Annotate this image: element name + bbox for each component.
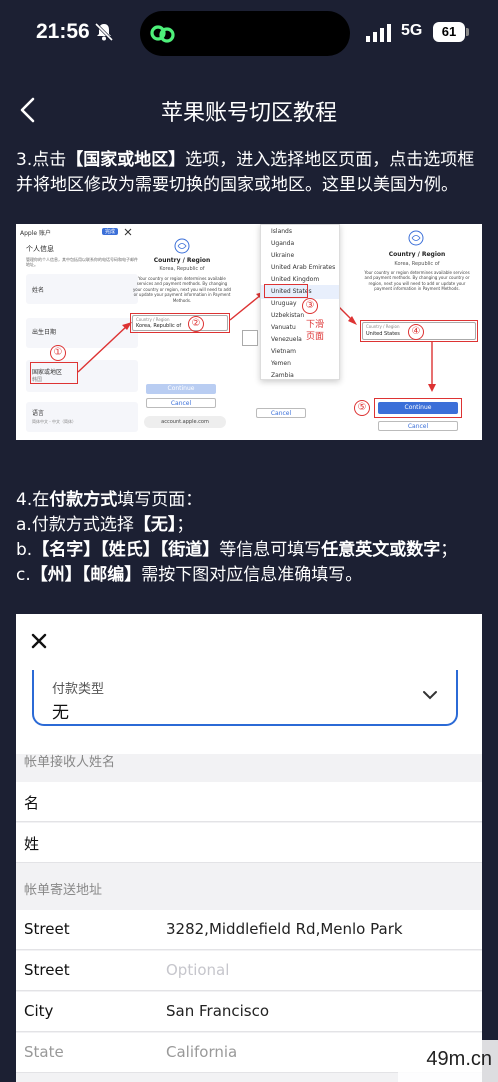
obscured-select [242, 330, 258, 346]
app-activity-icon [150, 25, 175, 43]
swipe-note-2: 页面 [306, 332, 325, 342]
network-type: 5G [401, 22, 423, 39]
signal-icon [366, 24, 391, 42]
step4-line1: 4.在付款方式填写页面： [16, 488, 486, 513]
step4-line1-a: 4.在 [16, 490, 50, 510]
status-bar: 21:56 5G 61 [0, 0, 498, 68]
street-value: 3282,Middlefield Rd,Menlo Park [166, 920, 403, 938]
page-title: 苹果账号切区教程 [160, 101, 337, 126]
mark-4: ④ [408, 324, 424, 340]
step4-line3-c: ； [440, 540, 458, 560]
nav-bar: 苹果账号切区教程 [0, 84, 498, 134]
last-name-label: 姓 [24, 835, 40, 853]
step4-line2-hl: 【无】 [133, 515, 177, 535]
highlight-box-5 [374, 398, 462, 418]
street2-field[interactable]: Street Optional [16, 951, 482, 991]
step4-line4-a: c. [16, 565, 31, 585]
mark-3: ③ [302, 298, 318, 314]
bell-slash-icon [94, 22, 114, 42]
step4-line2-a: a.付款方式选择 [16, 515, 134, 535]
dialog-desc-right: Your country or region determines availa… [364, 270, 470, 292]
step4-line2-b: ； [176, 515, 194, 535]
step4-line3-hl1: 【名字】【姓氏】【街道】 [32, 540, 220, 560]
street2-placeholder: Optional [166, 961, 230, 979]
city-field[interactable]: City San Francisco [16, 992, 482, 1032]
step4-line4-hl: 【州】【邮编】 [30, 565, 142, 585]
address-section-header: 帐单寄送地址 [24, 883, 103, 898]
city-label: City [24, 1002, 54, 1020]
step4-line3: b.【名字】【姓氏】【街道】等信息可填写任意英文或数字； [16, 538, 486, 563]
step4-line1-b: 填写页面： [117, 490, 203, 510]
payment-type-value: 无 [52, 703, 69, 723]
last-name-field[interactable]: 姓 [16, 823, 482, 863]
region-change-screenshot: Apple 账户 完成 个人信息 管理你的个人信息，其中包括用以联系你的电话号码… [16, 224, 482, 440]
country-dropdown: Islands Uganda Ukraine United Arab Emira… [260, 224, 340, 380]
step3-prefix: 3.点击 [16, 150, 67, 170]
step3-highlight: 【国家或地区】 [66, 150, 186, 170]
dialog-title-right: Country / Region [388, 251, 446, 258]
payment-type-label: 付款类型 [52, 682, 105, 697]
close-icon[interactable] [30, 632, 48, 650]
chevron-down-icon [423, 691, 437, 700]
city-value: San Francisco [166, 1002, 270, 1020]
street-label: Street [24, 920, 70, 938]
state-value: California [166, 1043, 238, 1061]
step4-line3-a: b. [16, 540, 33, 560]
country-item: Zambia [271, 372, 294, 379]
name-section-header: 帐单接收人姓名 [24, 755, 116, 770]
step4-line1-hl: 付款方式 [49, 490, 118, 510]
watermark: 49m.cn [426, 1048, 492, 1070]
step4-line4-b: 需按下图对应信息准确填写。 [141, 565, 363, 585]
state-label: State [24, 1043, 64, 1061]
first-name-field[interactable]: 名 [16, 782, 482, 822]
mark-5: ⑤ [354, 400, 370, 416]
globe-icon-right [408, 230, 424, 246]
status-time: 21:56 [36, 20, 90, 43]
payment-form-screenshot: 付款类型 无 帐单接收人姓名 名 姓 帐单寄送地址 Street 3282,Mi… [16, 614, 482, 1082]
battery-icon: 61 [433, 22, 465, 42]
street2-label: Street [24, 961, 70, 979]
step3-paragraph: 3.点击【国家或地区】选项，进入选择地区页面，点击选项框并将地区修改为需要切换的… [16, 148, 486, 198]
step4-line2: a.付款方式选择【无】； [16, 513, 486, 538]
cancel-button-behind: Cancel [256, 408, 306, 418]
payment-type-select[interactable]: 付款类型 无 [32, 670, 458, 726]
step4-line4: c.【州】【邮编】需按下图对应信息准确填写。 [16, 563, 486, 588]
battery-tip [466, 28, 469, 36]
step4-line3-b: 等信息可填写 [219, 540, 322, 560]
street-field[interactable]: Street 3282,Middlefield Rd,Menlo Park [16, 910, 482, 950]
first-name-label: 名 [24, 794, 40, 812]
dialog-current-right: Korea, Republic of [394, 261, 440, 267]
highlight-box-3 [264, 284, 308, 298]
step4-paragraph: 4.在付款方式填写页面： a.付款方式选择【无】； b.【名字】【姓氏】【街道】… [16, 488, 486, 588]
dynamic-island [140, 11, 350, 56]
cancel-button-right: Cancel [378, 421, 458, 431]
swipe-note-1: 下滑 [306, 320, 325, 330]
step4-line3-hl2: 任意英文或数字 [321, 540, 441, 560]
